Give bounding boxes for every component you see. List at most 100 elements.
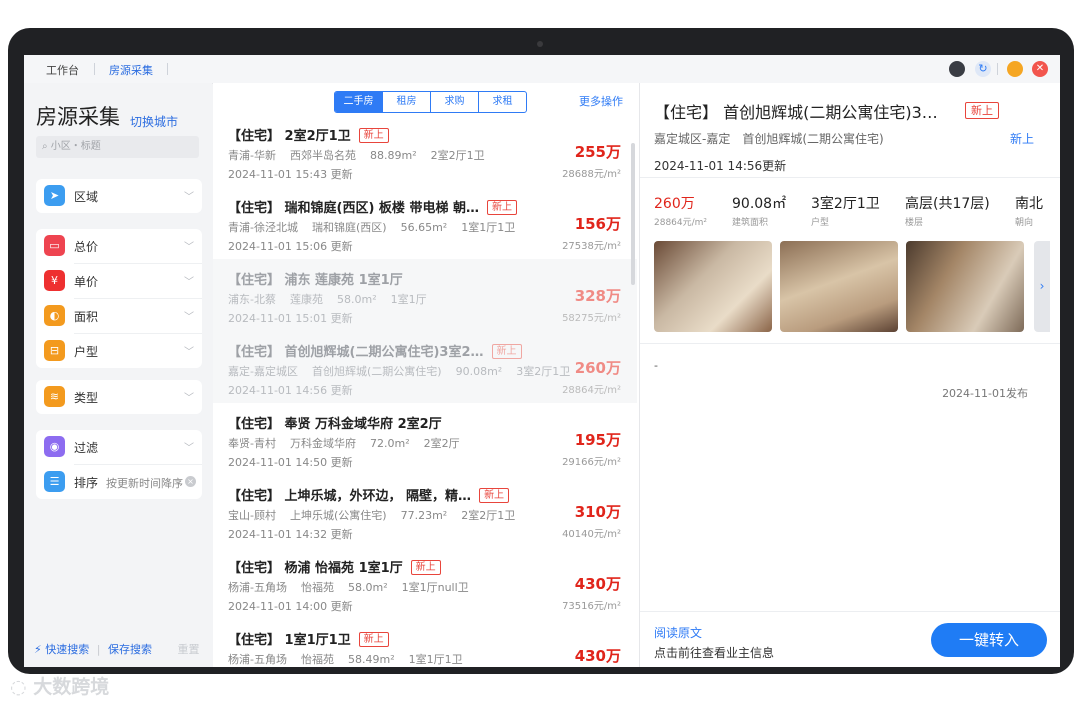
owner-info-hint: 点击前往查看业主信息 <box>654 646 775 660</box>
detail-stat: 南北 朝向 <box>1015 193 1043 228</box>
photo-bedroom-1[interactable] <box>654 241 772 332</box>
switch-city-link[interactable]: 切换城市 <box>130 113 178 130</box>
filter-card-price: ▭ 总价 ﹀ ¥ 单价 ﹀ ◐ 面积 ﹀ ⊟ 户型 ﹀ <box>36 229 202 368</box>
floorplan-icon: ⊟ <box>44 340 65 361</box>
new-badge: 新上 <box>487 200 517 215</box>
watermark-text: 大数跨境 <box>33 676 110 698</box>
listing-price: 156万 <box>574 215 621 233</box>
unit-price: 29166元/m² <box>562 457 621 468</box>
reset-button[interactable]: 重置 <box>177 643 199 656</box>
photo-bedroom-2[interactable] <box>780 241 898 332</box>
tab-divider <box>94 63 95 75</box>
filter-filter[interactable]: ◉ 过滤 ﹀ <box>36 430 202 464</box>
filter-card-type: ≋ 类型 ﹀ <box>36 380 202 414</box>
detail-stat: 90.08㎡ 建筑面积 <box>732 193 786 228</box>
tab-rent-request[interactable]: 求租 <box>478 92 526 112</box>
unit-price: 58275元/m² <box>562 313 621 324</box>
listing-price: 430万 <box>574 647 621 665</box>
scrollbar[interactable] <box>631 143 635 285</box>
quick-search-button[interactable]: 快速搜索 <box>45 643 89 656</box>
area-icon: ◐ <box>44 305 65 326</box>
detail-stat: 260万 28864元/m² <box>654 193 707 228</box>
listing-title: 【住宅】 瑞和锦庭(西区) 板楼 带电梯 朝… 新上 <box>228 197 517 216</box>
sort-value: 按更新时间降序 <box>106 477 183 490</box>
list-item[interactable]: 【住宅】 杨浦 怡福苑 1室1厅 新上 杨浦-五角场 怡福苑 58.0m² 1室1厅nul… <box>213 547 637 620</box>
new-badge: 新上 <box>358 128 389 143</box>
list-item[interactable]: 【住宅】 2室2厅1卫 新上 青浦-华新 西郊半岛名苑 88.89m² 2室2厅1卫 202… <box>213 115 637 188</box>
listing-title: 【住宅】 首创旭辉城(二期公寓住宅)3室2… 新上 <box>228 341 522 360</box>
detail-stat: 高层(共17层) 楼层 <box>905 193 990 228</box>
listing-title: 【住宅】 上坤乐城，外环边， 隔壁，精… 新上 <box>228 485 510 504</box>
tab-workbench[interactable]: 工作台 <box>46 62 79 78</box>
chevron-down-icon: ﹀ <box>184 443 194 454</box>
search-placeholder: 小区・标题 <box>50 141 101 152</box>
filter-total-price[interactable]: ▭ 总价 ﹀ <box>36 229 202 263</box>
new-badge: 新上 <box>965 102 999 119</box>
logo-icon: ◌ <box>10 676 34 698</box>
unit-price: 27538元/m² <box>562 241 621 252</box>
listing-date: 2024-11-01 15:06 更新 <box>228 240 353 253</box>
chevron-down-icon: ﹀ <box>184 347 194 358</box>
listing-price: 255万 <box>574 143 621 161</box>
listing-title: 【住宅】 2室2厅1卫 新上 <box>228 125 389 144</box>
chevron-right-icon[interactable]: › <box>1034 241 1050 332</box>
listing-list: 二手房 租房 求购 求租 更多操作 【住宅】 2室2厅1卫 新上青浦-华新 西郊半岛… <box>213 83 640 667</box>
stat-label: 朝向 <box>1015 218 1034 228</box>
stat-value: 南北 <box>1015 196 1043 212</box>
photo-bathroom[interactable] <box>906 241 1024 332</box>
filter-label: 过滤 <box>74 441 99 455</box>
tab-second-hand[interactable]: 二手房 <box>335 92 382 112</box>
listing-detail: 【住宅】 首创旭辉城(二期公寓住宅)3… 新上 嘉定城区-嘉定 首创旭辉城(二期… <box>640 83 1060 667</box>
bolt-icon: ⚡ <box>34 643 42 656</box>
list-icon: ☰ <box>44 471 65 492</box>
unit-price: 40140元/m² <box>562 529 621 540</box>
minimize-icon[interactable] <box>1007 61 1023 77</box>
clear-icon[interactable]: × <box>185 476 196 487</box>
filter-sort[interactable]: ☰ 排序 按更新时间降序 × <box>36 465 202 499</box>
filter-type[interactable]: ≋ 类型 ﹀ <box>36 380 202 414</box>
filter-size[interactable]: ◐ 面积 ﹀ <box>36 299 202 333</box>
filter-layout[interactable]: ⊟ 户型 ﹀ <box>36 334 202 368</box>
tab-collect[interactable]: 房源采集 <box>109 62 153 78</box>
list-item[interactable]: 【住宅】 首创旭辉城(二期公寓住宅)3室2… 新上 嘉定-嘉定城区 首创旭辉城(二期公… <box>213 331 637 404</box>
listing-date: 2024-11-01 14:56 更新 <box>228 384 353 397</box>
filter-card-area: ➤ 区域 ﹀ <box>36 179 202 213</box>
one-click-transfer-button[interactable]: 一键转入 <box>931 623 1047 657</box>
chevron-down-icon: ﹀ <box>184 277 194 288</box>
listing-meta: 杨浦-五角场 怡福苑 58.49m² 1室1厅1卫 <box>228 653 463 666</box>
new-status: 新上 <box>1009 132 1034 146</box>
tab-buy-request[interactable]: 求购 <box>430 92 478 112</box>
tab-divider <box>167 63 168 75</box>
list-item[interactable]: 【住宅】 奉贤 万科金域华府 2室2厅 奉贤-青村 万科金域华府 72.0m² 2室2厅… <box>213 403 637 476</box>
list-item[interactable]: 【住宅】 浦东 莲康苑 1室1厅 浦东-北蔡 莲康苑 58.0m² 1室1厅 2024-1… <box>213 259 637 332</box>
save-search-button[interactable]: 保存搜索 <box>108 643 152 656</box>
listing-price: 328万 <box>574 287 621 305</box>
search-input[interactable]: ⌕ 小区・标题 <box>36 136 199 158</box>
listing-price: 310万 <box>574 503 621 521</box>
tab-rent[interactable]: 租房 <box>382 92 430 112</box>
top-tab-bar: 工作台 房源采集 ↻ ✕ <box>24 55 1060 84</box>
filter-label: 面积 <box>74 310 99 324</box>
stat-value: 高层(共17层) <box>905 196 990 212</box>
close-icon[interactable]: ✕ <box>1032 61 1048 77</box>
chevron-down-icon: ﹀ <box>184 393 194 404</box>
read-original-link[interactable]: 阅读原文 <box>654 624 702 641</box>
detail-title: 【住宅】 首创旭辉城(二期公寓住宅)3… <box>654 103 938 122</box>
listing-meta: 青浦-华新 西郊半岛名苑 88.89m² 2室2厅1卫 <box>228 149 485 162</box>
more-actions-button[interactable]: 更多操作 <box>579 93 623 109</box>
refresh-icon[interactable]: ↻ <box>975 61 991 77</box>
listing-price: 430万 <box>574 575 621 593</box>
list-item[interactable]: 【住宅】 瑞和锦庭(西区) 板楼 带电梯 朝… 新上 青浦-徐泾北城 瑞和锦庭(西区)… <box>213 187 637 260</box>
new-badge: 新上 <box>479 488 510 503</box>
list-item[interactable]: 【住宅】 上坤乐城，外环边， 隔壁，精… 新上 宝山-顾村 上坤乐城(公寓住宅) 77.… <box>213 475 637 548</box>
listing-price: 195万 <box>574 431 621 449</box>
unit-price: 73516元/m² <box>562 601 621 612</box>
filter-card-sort: ◉ 过滤 ﹀ ☰ 排序 按更新时间降序 × <box>36 430 202 499</box>
filter-area[interactable]: ➤ 区域 ﹀ <box>36 179 202 213</box>
globe-icon[interactable] <box>949 61 965 77</box>
list-item[interactable]: 【住宅】 1室1厅1卫 新上 杨浦-五角场 怡福苑 58.49m² 1室1厅1卫 430万 <box>213 619 637 667</box>
detail-address: 嘉定城区-嘉定 首创旭辉城(二期公寓住宅) <box>654 132 884 146</box>
filter-unit-price[interactable]: ¥ 单价 ﹀ <box>36 264 202 298</box>
publish-date: 2024-11-01发布 <box>942 387 1028 400</box>
new-badge: 新上 <box>491 344 522 359</box>
